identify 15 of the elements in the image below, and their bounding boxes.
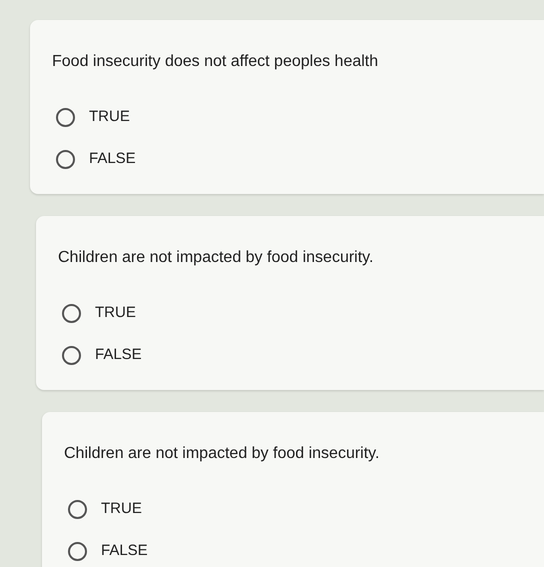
option-label[interactable]: FALSE [95,344,142,366]
radio-button[interactable] [62,304,81,322]
radio-button[interactable] [68,542,87,560]
option-label[interactable]: FALSE [89,148,136,170]
option-label[interactable]: TRUE [101,498,142,520]
option-label[interactable]: TRUE [95,302,136,324]
radio-button[interactable] [56,150,75,168]
radio-button[interactable] [68,500,87,518]
question-text: Children are not impacted by food insecurity. [64,444,380,464]
radio-button[interactable] [56,108,75,126]
radio-button[interactable] [62,346,81,364]
option-label[interactable]: FALSE [101,540,148,562]
option-label[interactable]: TRUE [89,106,130,128]
question-text: Food insecurity does not affect peoples health [52,52,380,72]
question-text: Children are not impacted by food insecurity. [58,248,374,268]
